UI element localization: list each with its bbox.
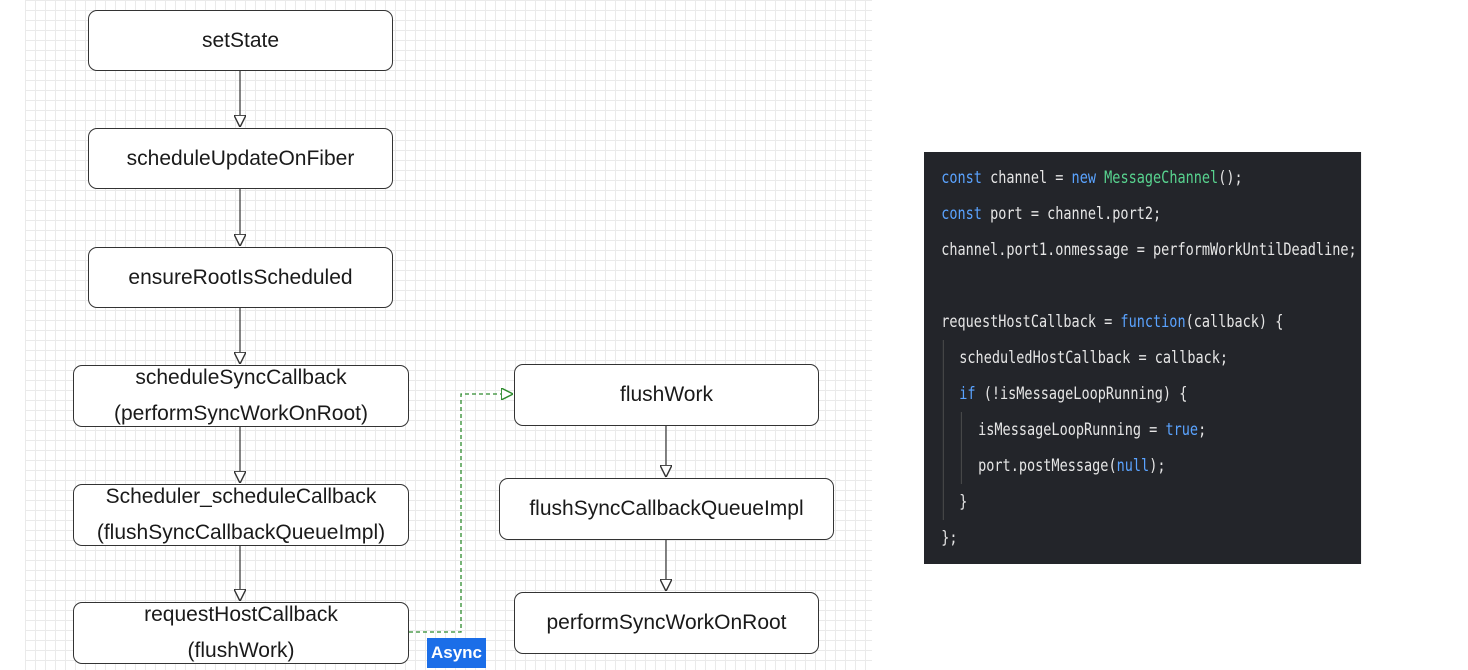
code-keyword: true bbox=[1165, 420, 1199, 439]
node-flush-sync-callback-queue-impl: flushSyncCallbackQueueImpl bbox=[499, 478, 834, 540]
code-line: } bbox=[924, 484, 1361, 520]
node-ensure-root-is-scheduled: ensureRootIsScheduled bbox=[88, 247, 393, 308]
code-text: ); bbox=[1149, 456, 1166, 475]
async-badge: Async bbox=[427, 638, 486, 668]
node-label-line1: requestHostCallback bbox=[144, 603, 338, 626]
code-text: (callback) { bbox=[1185, 312, 1284, 331]
code-keyword: new bbox=[1071, 168, 1097, 187]
code-text: (!isMessageLoopRunning) { bbox=[975, 384, 1188, 403]
node-schedule-update-on-fiber: scheduleUpdateOnFiber bbox=[88, 128, 393, 189]
node-label: ensureRootIsScheduled bbox=[128, 265, 353, 289]
node-label: performSyncWorkOnRoot bbox=[546, 611, 787, 634]
node-label-line2: (flushSyncCallbackQueueImpl) bbox=[96, 521, 386, 544]
code-keyword: if bbox=[959, 384, 976, 403]
code-keyword: const bbox=[941, 204, 982, 223]
code-keyword: null bbox=[1116, 456, 1150, 475]
code-text: requestHostCallback = bbox=[941, 312, 1121, 331]
code-text: isMessageLoopRunning = bbox=[978, 420, 1166, 439]
code-text: scheduledHostCallback = callback; bbox=[959, 348, 1229, 367]
code-line: port.postMessage(null); bbox=[924, 448, 1361, 484]
node-label-line2: (flushWork) bbox=[187, 639, 295, 662]
node-request-host-callback: requestHostCallback (flushWork) bbox=[73, 602, 409, 664]
node-label-line2: (performSyncWorkOnRoot) bbox=[113, 402, 368, 425]
code-panel: const channel = new MessageChannel(); co… bbox=[924, 152, 1362, 564]
diagram-canvas bbox=[25, 0, 872, 670]
node-label-line1: scheduleSyncCallback bbox=[135, 366, 347, 389]
node-label: flushWork bbox=[620, 383, 713, 406]
code-keyword: const bbox=[941, 168, 982, 187]
node-scheduler-schedule-callback: Scheduler_scheduleCallback (flushSyncCal… bbox=[73, 484, 409, 546]
code-text: ; bbox=[1198, 420, 1207, 439]
code-keyword: function bbox=[1120, 312, 1186, 331]
code-line: channel.port1.onmessage = performWorkUnt… bbox=[924, 232, 1361, 268]
code-line: if (!isMessageLoopRunning) { bbox=[924, 376, 1361, 412]
code-class-name: MessageChannel bbox=[1104, 168, 1219, 187]
node-label: flushSyncCallbackQueueImpl bbox=[529, 497, 804, 520]
code-text: }; bbox=[941, 528, 958, 547]
code-text: } bbox=[959, 492, 968, 511]
node-set-state: setState bbox=[88, 10, 393, 71]
code-line: const channel = new MessageChannel(); bbox=[924, 160, 1361, 196]
code-text: channel.port1.onmessage = performWorkUnt… bbox=[941, 240, 1357, 259]
code-line: const port = channel.port2; bbox=[924, 196, 1361, 232]
node-flush-work: flushWork bbox=[514, 364, 819, 426]
node-label: scheduleUpdateOnFiber bbox=[126, 146, 355, 170]
code-text: port = channel.port2; bbox=[981, 204, 1162, 223]
code-line: isMessageLoopRunning = true; bbox=[924, 412, 1361, 448]
node-perform-sync-work-on-root: performSyncWorkOnRoot bbox=[514, 592, 819, 654]
node-label-line1: Scheduler_scheduleCallback bbox=[105, 485, 377, 508]
code-text: channel = bbox=[981, 168, 1072, 187]
code-line: requestHostCallback = function(callback)… bbox=[924, 304, 1361, 340]
code-line: }; bbox=[924, 520, 1361, 556]
code-text: port.postMessage( bbox=[978, 456, 1117, 475]
code-text: (); bbox=[1218, 168, 1243, 187]
node-label: setState bbox=[201, 28, 280, 52]
code-line: scheduledHostCallback = callback; bbox=[924, 340, 1361, 376]
node-schedule-sync-callback: scheduleSyncCallback (performSyncWorkOnR… bbox=[73, 365, 409, 427]
